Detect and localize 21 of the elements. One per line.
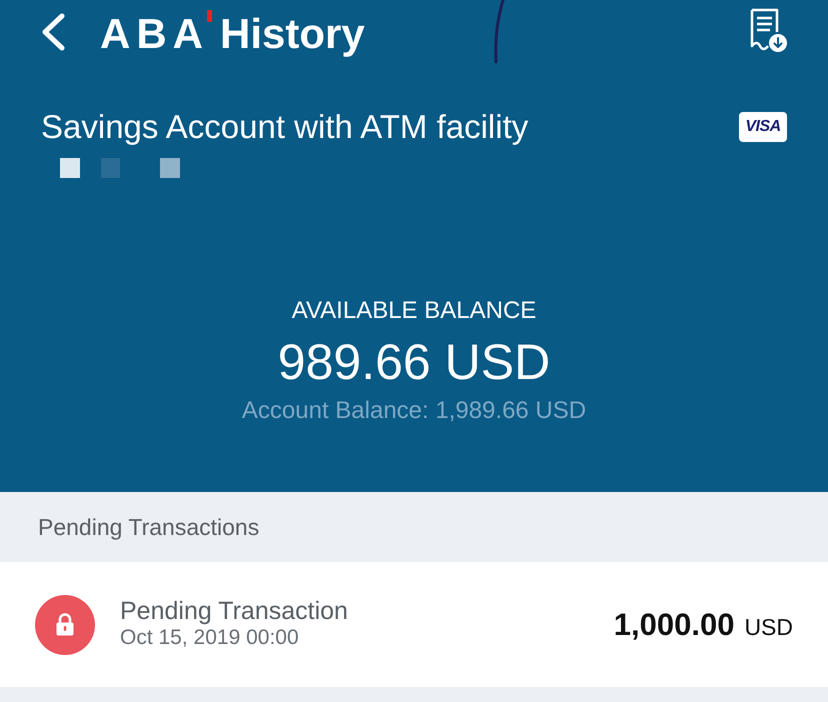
balance-label: AVAILABLE BALANCE [292,296,536,326]
account-name: Savings Account with ATM facility [41,107,528,147]
transaction-amount: 1,000.00 [614,606,734,642]
redaction-tile [60,158,80,178]
account-balance: Account Balance: 1,989.66 USD [242,396,586,426]
logo-mark-icon [207,10,212,22]
receipt-download-icon[interactable] [748,7,788,53]
ink-stroke-drawing [492,0,506,64]
card-brand-logo: VISA [739,112,787,142]
transaction-title: Pending Transaction [120,597,348,625]
lock-icon [35,594,95,654]
available-balance: 989.66 USD [278,334,550,390]
brand-logo: ABA [100,10,209,58]
redaction-tile [160,158,180,178]
redaction-tile [101,158,120,178]
transaction-row[interactable]: Pending Transaction Oct 15, 2019 00:00 1,000.00 USD [0,562,828,687]
page-title: History [220,10,365,58]
section-title: Pending Transactions [38,514,260,540]
transaction-currency: USD [744,614,793,640]
transaction-date: Oct 15, 2019 00:00 [120,625,300,650]
back-icon[interactable] [40,13,66,51]
